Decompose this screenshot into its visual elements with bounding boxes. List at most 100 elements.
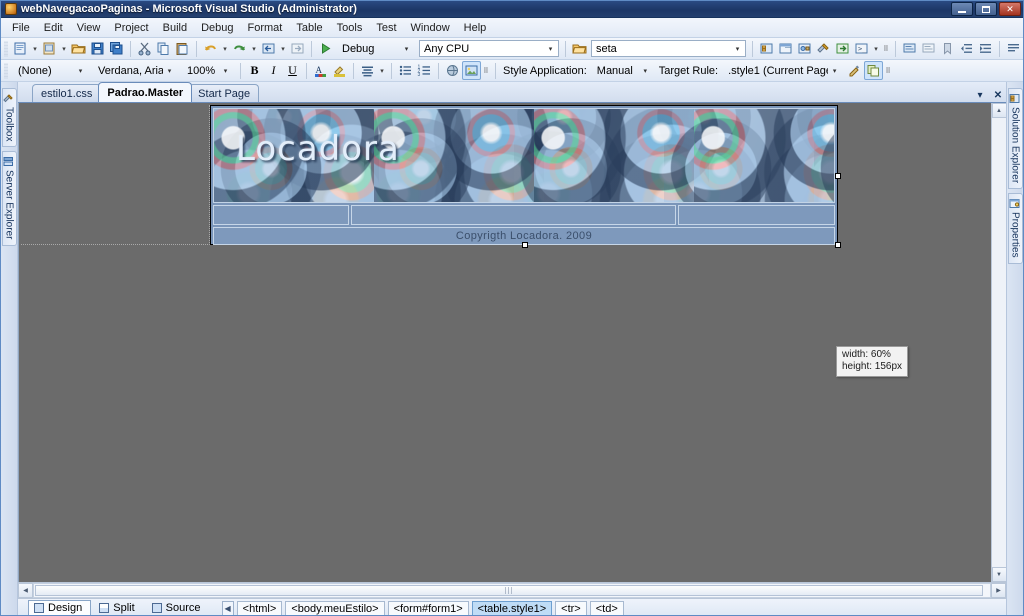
chevron-down-icon[interactable]: ▾ xyxy=(974,90,986,101)
scroll-left-button[interactable]: ◀ xyxy=(18,583,33,598)
resize-handle-corner[interactable] xyxy=(835,242,841,248)
tag-form[interactable]: <form#form1> xyxy=(387,600,469,615)
menu-help[interactable]: Help xyxy=(457,20,494,36)
font-family-combo[interactable]: Verdana, Arial, H ▾ xyxy=(93,62,178,79)
save-icon[interactable] xyxy=(88,39,107,58)
platform-combo[interactable]: Any CPU ▾ xyxy=(419,40,559,57)
sidebar-item-server-explorer[interactable]: Server Explorer xyxy=(1,151,17,246)
menu-debug[interactable]: Debug xyxy=(194,20,240,36)
maximize-button[interactable] xyxy=(975,2,997,16)
highlight-icon[interactable] xyxy=(330,61,349,80)
sidebar-item-solution-explorer[interactable]: Solution Explorer xyxy=(1007,88,1023,190)
cell-right[interactable] xyxy=(678,205,835,225)
outline-collapse-icon[interactable] xyxy=(1004,39,1023,58)
open-file-icon[interactable] xyxy=(69,39,88,58)
target-rule-combo[interactable]: .style1 (Current Page) ▾ xyxy=(723,62,843,79)
menu-format[interactable]: Format xyxy=(241,20,290,36)
menu-test[interactable]: Test xyxy=(369,20,403,36)
navigate-forward-icon[interactable] xyxy=(288,39,307,58)
add-new-item-dropdown[interactable]: ▾ xyxy=(59,39,69,58)
tag-table[interactable]: <table.style1> xyxy=(471,600,553,615)
minimize-button[interactable] xyxy=(951,2,973,16)
design-vertical-scrollbar[interactable]: ▲ ▼ xyxy=(991,103,1006,582)
font-size-combo[interactable]: 100% ▾ xyxy=(182,62,234,79)
decrease-indent-icon[interactable] xyxy=(957,39,976,58)
scroll-up-button[interactable]: ▲ xyxy=(991,103,1006,118)
copy-icon[interactable] xyxy=(154,39,173,58)
document-tab-padrao-master[interactable]: Padrao.Master xyxy=(98,82,193,102)
formatting-toolbar-grip[interactable] xyxy=(4,62,8,79)
document-tab-estilo1-css[interactable]: estilo1.css xyxy=(32,84,102,102)
design-page[interactable]: Locadora Copyrigth Locadora. 2009 width:… xyxy=(19,103,991,582)
add-new-item-icon[interactable] xyxy=(40,39,59,58)
navigate-backward-icon[interactable] xyxy=(259,39,278,58)
hscroll-track[interactable]: ||| xyxy=(33,583,991,598)
tag-html[interactable]: <html> xyxy=(236,600,283,615)
bold-button[interactable]: B xyxy=(245,61,264,80)
block-format-combo[interactable]: (None) ▾ xyxy=(13,62,89,79)
uncomment-icon[interactable] xyxy=(919,39,938,58)
sidebar-item-properties[interactable]: Properties xyxy=(1007,193,1023,264)
design-surface[interactable]: Locadora Copyrigth Locadora. 2009 width:… xyxy=(18,103,1006,582)
menu-file[interactable]: File xyxy=(5,20,37,36)
italic-button[interactable]: I xyxy=(264,61,283,80)
tag-tr[interactable]: <tr> xyxy=(555,600,587,615)
hyperlink-icon[interactable] xyxy=(443,61,462,80)
view-mode-split[interactable]: Split xyxy=(93,600,143,615)
new-project-icon[interactable] xyxy=(11,39,30,58)
cut-icon[interactable] xyxy=(135,39,154,58)
paste-icon[interactable] xyxy=(173,39,192,58)
menu-window[interactable]: Window xyxy=(404,20,457,36)
hscroll-thumb[interactable]: ||| xyxy=(35,585,983,596)
redo-dropdown[interactable]: ▾ xyxy=(249,39,259,58)
tag-body[interactable]: <body.meuEstilo> xyxy=(285,600,385,615)
command-window-dropdown[interactable]: ▾ xyxy=(871,39,881,58)
cell-center[interactable] xyxy=(351,205,676,225)
standard-toolbar-overflow[interactable]: ⠿ xyxy=(881,39,891,58)
menu-table[interactable]: Table xyxy=(289,20,329,36)
tag-td[interactable]: <td> xyxy=(589,600,624,615)
save-all-icon[interactable] xyxy=(107,39,126,58)
new-style-icon[interactable] xyxy=(845,61,864,80)
formatting-toolbar-overflow[interactable]: ⠿ xyxy=(481,61,491,80)
menu-edit[interactable]: Edit xyxy=(37,20,70,36)
attach-stylesheet-icon[interactable] xyxy=(864,61,884,80)
start-debug-icon[interactable] xyxy=(316,39,335,58)
find-scope-icon[interactable] xyxy=(570,39,589,58)
font-color-icon[interactable]: A xyxy=(311,61,330,80)
comment-icon[interactable] xyxy=(900,39,919,58)
design-horizontal-scrollbar[interactable]: ◀ ||| ▶ xyxy=(18,582,1006,598)
banner-cell[interactable]: Locadora xyxy=(213,108,835,203)
debug-config-combo[interactable]: Debug ▾ xyxy=(337,40,415,57)
undo-dropdown[interactable]: ▾ xyxy=(220,39,230,58)
insert-picture-icon[interactable] xyxy=(462,61,481,80)
menu-tools[interactable]: Tools xyxy=(330,20,370,36)
redo-icon[interactable] xyxy=(230,39,249,58)
toolbar-grip[interactable] xyxy=(4,40,8,57)
document-tab-start-page[interactable]: Start Page xyxy=(189,84,260,102)
error-list-icon[interactable] xyxy=(833,39,852,58)
bookmark-icon[interactable] xyxy=(938,39,957,58)
undo-icon[interactable] xyxy=(201,39,220,58)
menu-project[interactable]: Project xyxy=(107,20,155,36)
object-browser-icon[interactable] xyxy=(795,39,814,58)
style-application-combo[interactable]: Manual ▾ xyxy=(592,62,654,79)
selected-table[interactable]: Locadora Copyrigth Locadora. 2009 xyxy=(210,105,841,248)
sidebar-item-toolbox[interactable]: Toolbox xyxy=(1,88,17,148)
underline-button[interactable]: U xyxy=(283,61,302,80)
find-input[interactable]: seta ▾ xyxy=(591,40,746,57)
close-button[interactable]: ✕ xyxy=(999,2,1021,16)
align-dropdown[interactable]: ▾ xyxy=(377,61,387,80)
numbered-list-icon[interactable]: 12 3 xyxy=(415,61,434,80)
cell-left[interactable] xyxy=(213,205,349,225)
resize-handle-right[interactable] xyxy=(835,173,841,179)
scroll-right-button[interactable]: ▶ xyxy=(991,583,1006,598)
navigate-backward-dropdown[interactable]: ▾ xyxy=(278,39,288,58)
view-mode-design[interactable]: Design xyxy=(28,600,92,615)
menu-build[interactable]: Build xyxy=(156,20,194,36)
resize-handle-bottom[interactable] xyxy=(522,242,528,248)
style-toolbar-overflow[interactable]: ⠿ xyxy=(883,61,893,80)
scroll-down-button[interactable]: ▼ xyxy=(991,567,1006,582)
close-icon[interactable]: ✕ xyxy=(992,90,1004,101)
toolbox-icon[interactable] xyxy=(814,39,833,58)
